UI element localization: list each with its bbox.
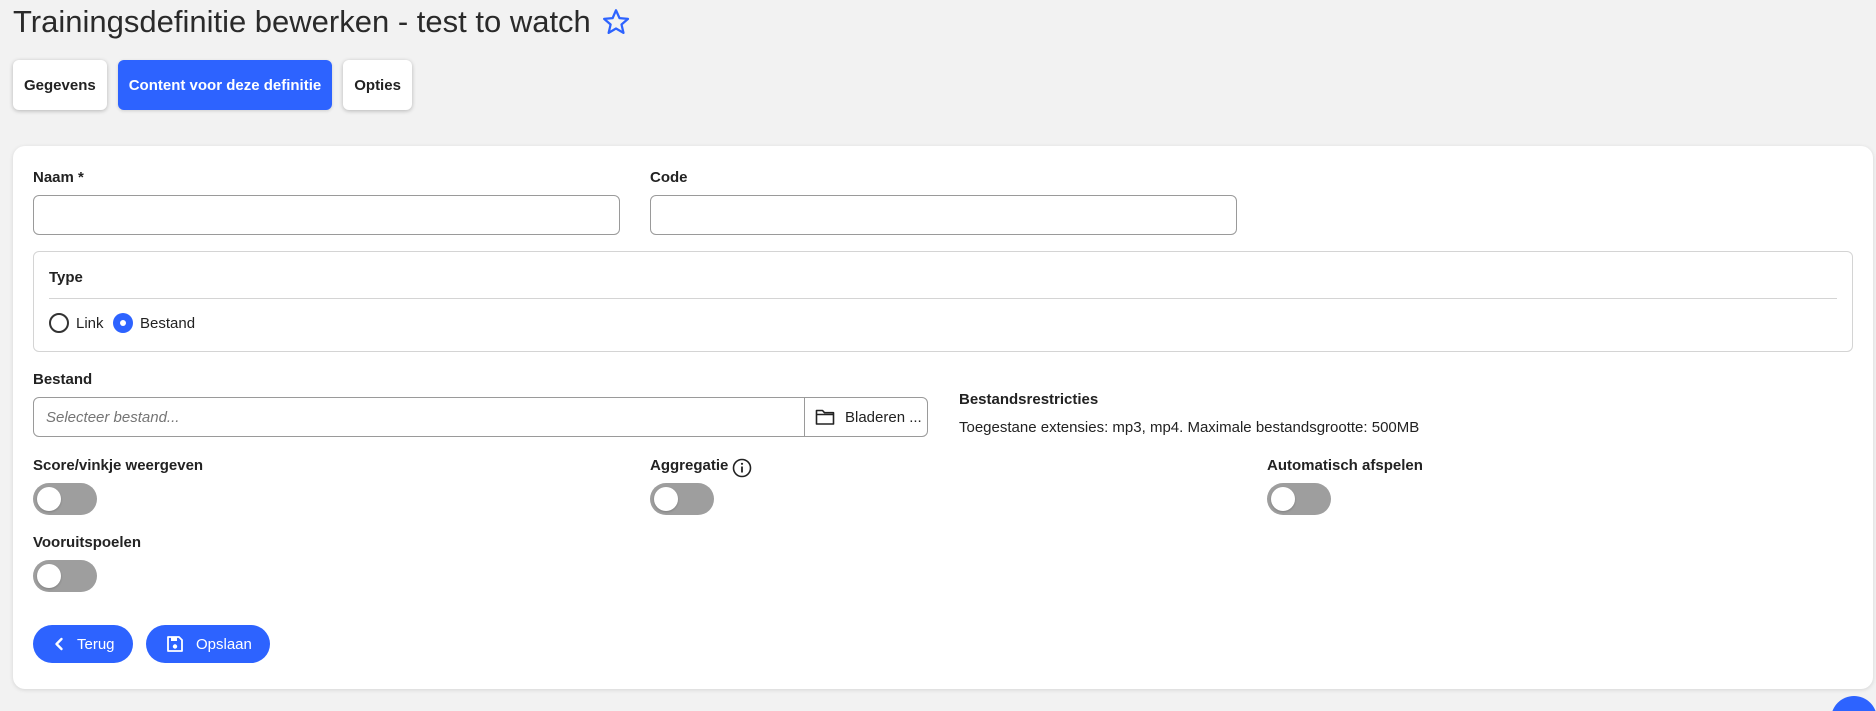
toggle-knob bbox=[37, 487, 61, 511]
radio-bestand-label[interactable]: Bestand bbox=[140, 315, 195, 332]
type-label: Type bbox=[49, 269, 83, 286]
file-label: Bestand bbox=[33, 371, 93, 388]
save-icon bbox=[167, 636, 183, 652]
page-title-text: Trainingsdefinitie bewerken - test to wa… bbox=[13, 4, 591, 39]
tab-content[interactable]: Content voor deze definitie bbox=[117, 60, 333, 110]
aggregatie-toggle[interactable] bbox=[650, 483, 714, 515]
type-fieldset: Type Link Bestand bbox=[33, 251, 1853, 352]
name-input[interactable] bbox=[33, 195, 620, 235]
radio-link-label[interactable]: Link bbox=[76, 315, 104, 332]
floating-action-button[interactable] bbox=[1831, 696, 1876, 711]
radio-link[interactable] bbox=[49, 313, 69, 333]
save-button[interactable]: Opslaan bbox=[146, 625, 270, 663]
back-label: Terug bbox=[77, 635, 115, 653]
code-label: Code bbox=[650, 169, 688, 186]
browse-button[interactable]: Bladeren ... bbox=[804, 398, 927, 436]
autoplay-toggle-label: Automatisch afspelen bbox=[1267, 457, 1423, 474]
aggregatie-toggle-label: Aggregatie bbox=[650, 457, 729, 474]
toggle-knob bbox=[654, 487, 678, 511]
restrictions-title: Bestandsrestricties bbox=[959, 391, 1099, 408]
toggle-knob bbox=[1271, 487, 1295, 511]
restrictions-text: Toegestane extensies: mp3, mp4. Maximale… bbox=[959, 419, 1420, 436]
name-label: Naam * bbox=[33, 169, 84, 186]
folder-icon bbox=[815, 409, 835, 425]
save-label: Opslaan bbox=[196, 635, 252, 653]
form-card: Naam * Code Type Link Bestand Bestand Bl… bbox=[13, 146, 1873, 689]
autoplay-toggle[interactable] bbox=[1267, 483, 1331, 515]
chevron-left-icon bbox=[55, 637, 63, 651]
file-input[interactable] bbox=[34, 398, 804, 436]
seek-toggle[interactable] bbox=[33, 560, 97, 592]
star-outline-icon[interactable] bbox=[601, 7, 631, 37]
radio-bestand[interactable] bbox=[113, 313, 133, 333]
tab-opties[interactable]: Opties bbox=[343, 60, 412, 110]
tab-gegevens[interactable]: Gegevens bbox=[13, 60, 107, 110]
tab-bar: Gegevens Content voor deze definitie Opt… bbox=[13, 60, 412, 110]
file-picker: Bladeren ... bbox=[33, 397, 928, 437]
code-input[interactable] bbox=[650, 195, 1237, 235]
toggle-knob bbox=[37, 564, 61, 588]
browse-label: Bladeren ... bbox=[845, 408, 922, 426]
score-toggle-label: Score/vinkje weergeven bbox=[33, 457, 204, 474]
seek-toggle-label: Vooruitspoelen bbox=[33, 534, 142, 551]
page-title: Trainingsdefinitie bewerken - test to wa… bbox=[13, 4, 631, 40]
info-icon[interactable] bbox=[732, 458, 752, 478]
score-toggle[interactable] bbox=[33, 483, 97, 515]
type-divider bbox=[49, 298, 1837, 299]
back-button[interactable]: Terug bbox=[33, 625, 133, 663]
